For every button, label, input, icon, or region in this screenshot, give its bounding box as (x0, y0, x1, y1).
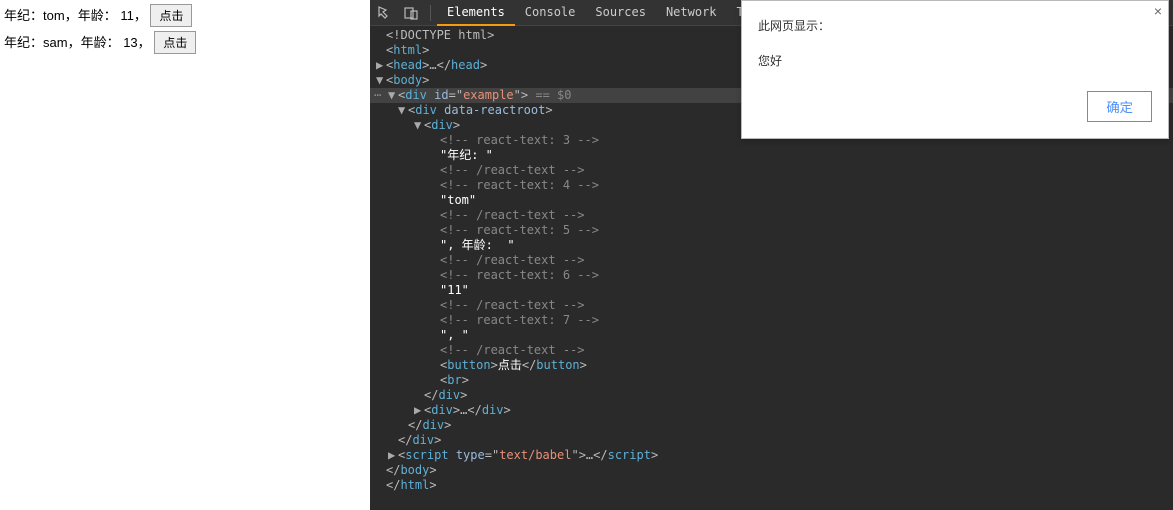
tab-sources[interactable]: Sources (585, 0, 656, 26)
dialog-message: 您好 (758, 52, 1152, 69)
dom-comment[interactable]: <!-- /react-text --> (370, 208, 1173, 223)
dom-text[interactable]: "tom" (370, 193, 1173, 208)
row-age: 13 (120, 35, 138, 50)
row-name-label: 年纪： (4, 35, 43, 50)
dom-comment[interactable]: <!-- /react-text --> (370, 163, 1173, 178)
dom-text[interactable]: ", 年龄: " (370, 238, 1173, 253)
dom-node[interactable]: ▶<script type="text/babel">…</script> (370, 448, 1173, 463)
row-name: sam (43, 35, 68, 50)
dom-node[interactable]: </body> (370, 463, 1173, 478)
close-icon[interactable]: × (1154, 3, 1162, 19)
dom-comment[interactable]: <!-- /react-text --> (370, 253, 1173, 268)
dom-node[interactable]: </div> (370, 418, 1173, 433)
row-age: 11 (117, 8, 134, 23)
tab-console[interactable]: Console (515, 0, 586, 26)
dialog-title: 此网页显示： (758, 17, 1152, 34)
row-name-label: 年纪： (4, 8, 43, 23)
data-row: 年纪：tom，年龄： 11， 点击 (4, 4, 366, 27)
tab-elements[interactable]: Elements (437, 0, 515, 26)
row-age-label: ，年龄： (68, 35, 120, 50)
row-age-label: ，年龄： (65, 8, 117, 23)
toolbar-separator (430, 5, 431, 21)
dom-text[interactable]: "11" (370, 283, 1173, 298)
data-row: 年纪：sam，年龄： 13， 点击 (4, 31, 366, 54)
dom-node[interactable]: <button>点击</button> (370, 358, 1173, 373)
device-icon[interactable] (402, 4, 420, 22)
alert-dialog: × 此网页显示： 您好 确定 (741, 0, 1169, 139)
row-name: tom (43, 8, 65, 23)
click-button[interactable]: 点击 (154, 31, 196, 54)
dom-text[interactable]: "年纪: " (370, 148, 1173, 163)
click-button[interactable]: 点击 (150, 4, 192, 27)
dom-node[interactable]: </html> (370, 478, 1173, 493)
dom-comment[interactable]: <!-- react-text: 5 --> (370, 223, 1173, 238)
dom-node[interactable]: </div> (370, 388, 1173, 403)
dom-comment[interactable]: <!-- /react-text --> (370, 343, 1173, 358)
dom-comment[interactable]: <!-- react-text: 7 --> (370, 313, 1173, 328)
ok-button[interactable]: 确定 (1087, 91, 1152, 122)
dom-text[interactable]: ", " (370, 328, 1173, 343)
dom-comment[interactable]: <!-- react-text: 6 --> (370, 268, 1173, 283)
dom-comment[interactable]: <!-- react-text: 4 --> (370, 178, 1173, 193)
dom-node[interactable]: </div> (370, 433, 1173, 448)
tab-network[interactable]: Network (656, 0, 727, 26)
dom-comment[interactable]: <!-- /react-text --> (370, 298, 1173, 313)
row-sep: ， (138, 35, 151, 50)
page-content: 年纪：tom，年龄： 11， 点击 年纪：sam，年龄： 13， 点击 (0, 0, 370, 510)
inspect-icon[interactable] (376, 4, 394, 22)
dom-node[interactable]: <br> (370, 373, 1173, 388)
dom-node[interactable]: ▶<div>…</div> (370, 403, 1173, 418)
row-sep: ， (134, 8, 147, 23)
